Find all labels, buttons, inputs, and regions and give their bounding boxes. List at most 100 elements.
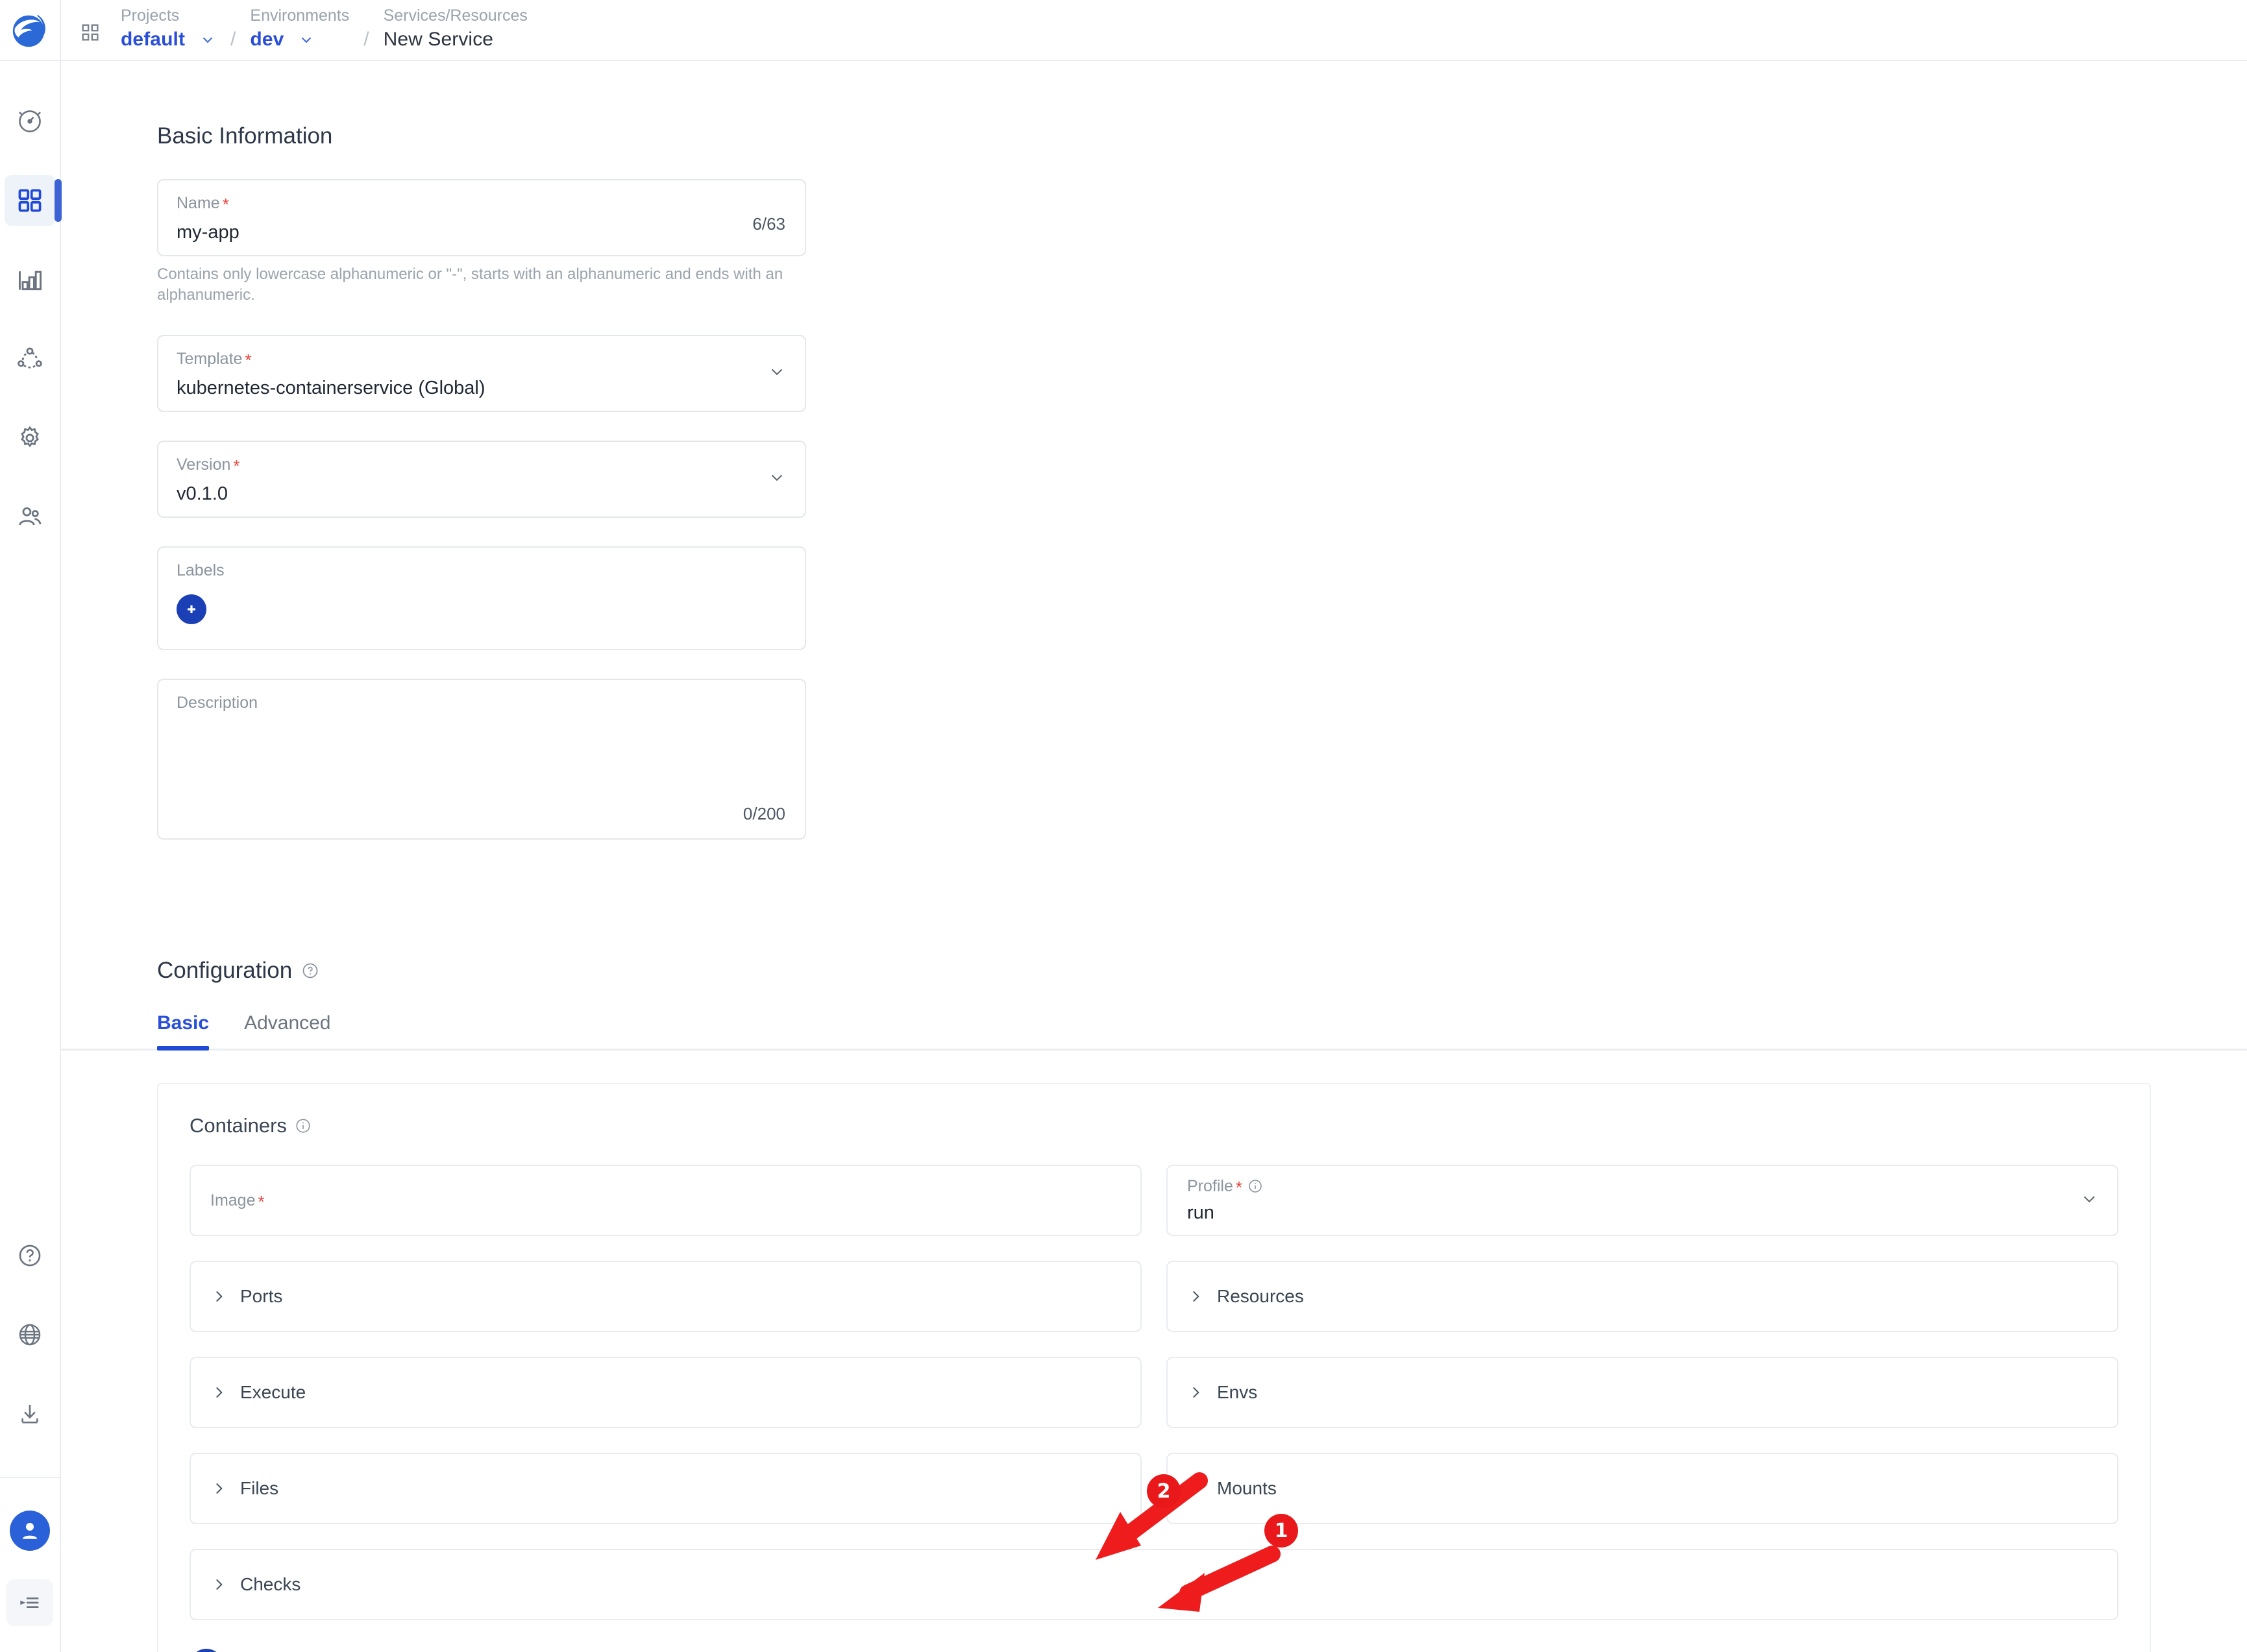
accordion-checks[interactable]: Checks [190,1548,2118,1620]
containers-section: Containers Image * Profile * run Ports R… [157,1082,2151,1652]
info-circle-icon[interactable] [295,1117,312,1134]
description-field[interactable]: Description 0/200 [157,678,806,840]
chevron-down-icon [771,369,783,376]
accordion-resources[interactable]: Resources [1166,1260,2118,1332]
template-selected-value: kubernetes-containerservice (Global) [177,377,485,398]
breadcrumb-item-service: Services/Resources New Service [384,5,528,51]
breadcrumb-caption-project: Projects [121,6,180,25]
breadcrumb-caption-environment: Environments [250,6,350,25]
accordion-mounts[interactable]: Mounts [1166,1452,2118,1524]
project-dropdown-button[interactable] [199,31,216,48]
info-circle-icon[interactable] [1247,1178,1263,1194]
breadcrumb-separator-2: / [363,29,369,50]
sidebar-item-members[interactable] [5,492,55,542]
name-input-value[interactable]: my-app [177,222,787,243]
configuration-title-text: Configuration [157,957,293,983]
workspace-switcher-button[interactable] [79,21,101,47]
image-field-label: Image * [210,1191,1121,1210]
environment-dropdown-button[interactable] [298,31,315,48]
add-label-button[interactable] [177,594,206,624]
template-field[interactable]: Template * kubernetes-containerservice (… [157,334,806,412]
chevron-down-icon [302,37,312,43]
question-circle-icon[interactable] [301,962,319,980]
template-dropdown-button[interactable] [767,362,787,385]
profile-field-label: Profile * [1187,1176,2098,1196]
breadcrumb-value-service: New Service [383,29,494,50]
configuration-tabs: Basic Advanced [61,1012,2247,1051]
sidebar-bottom-items [0,1230,60,1652]
version-dropdown-button[interactable] [767,468,787,491]
chevron-down-icon [771,474,783,481]
description-field-label: Description [177,693,258,712]
chevron-right-icon [216,1291,223,1302]
kubesphere-logo-icon [12,14,45,47]
app-logo[interactable] [0,0,60,61]
sidebar-item-projects[interactable] [5,175,62,226]
profile-dropdown-button[interactable] [2080,1189,2099,1211]
version-label-text: Version [177,455,231,474]
required-asterisk: * [222,195,229,214]
profile-selected-value: run [1187,1202,1214,1224]
collapse-panel-icon [20,1597,39,1608]
sidebar-item-downloads[interactable] [5,1389,55,1439]
gear-icon [21,426,39,448]
profile-field[interactable]: Profile * run [1166,1164,2118,1236]
image-field[interactable]: Image * [190,1164,1142,1236]
sidebar-item-help[interactable] [5,1230,55,1281]
profile-label-text: Profile [1187,1177,1233,1196]
required-asterisk: * [1235,1178,1242,1198]
image-label-text: Image [210,1191,256,1209]
tab-advanced[interactable]: Advanced [244,1012,330,1049]
collapse-sidebar-button[interactable] [6,1579,53,1626]
add-container-row [190,1648,2118,1652]
template-label-text: Template [177,349,243,368]
left-sidebar [0,0,62,1652]
page-content: Basic Information Name * my-app 6/63 Con… [61,61,2247,1652]
sidebar-item-monitoring[interactable] [5,254,55,305]
sidebar-item-topology[interactable] [5,334,55,384]
chevron-down-icon [2083,1196,2095,1203]
accordion-execute-label: Execute [240,1381,306,1402]
accordion-files-label: Files [240,1477,279,1498]
sidebar-item-dashboard[interactable] [5,96,55,147]
tab-basic[interactable]: Basic [157,1012,210,1051]
breadcrumb-value-project[interactable]: default [121,29,185,51]
accordion-ports-label: Ports [240,1285,283,1306]
sidebar-primary-items [0,61,62,542]
sidebar-divider [0,1477,60,1478]
version-field[interactable]: Version * v0.1.0 [157,440,806,518]
sidebar-item-settings[interactable] [5,413,55,463]
avatar[interactable] [10,1511,50,1551]
name-field-hint: Contains only lowercase alphanumeric or … [157,265,783,304]
accordion-envs[interactable]: Envs [1166,1356,2118,1428]
sidebar-item-language[interactable] [5,1309,55,1360]
chevron-right-icon [1193,1387,1199,1398]
version-selected-value: v0.1.0 [177,483,228,504]
user-avatar-icon [22,1523,38,1539]
version-field-label: Version * [177,455,787,474]
accordion-envs-label: Envs [1217,1381,1258,1402]
required-asterisk: * [258,1191,265,1211]
containers-title-text: Containers [190,1113,287,1137]
help-circle-icon [19,1245,41,1267]
page-title: Basic Information [157,123,333,149]
plus-icon [188,605,195,613]
accordion-ports[interactable]: Ports [190,1260,1142,1332]
template-field-label: Template * [177,349,787,369]
breadcrumb: Projects default / Environments dev / Se… [121,5,528,51]
breadcrumb-value-environment[interactable]: dev [250,29,284,51]
required-asterisk: * [245,350,252,370]
add-container-button[interactable] [190,1648,223,1652]
name-field[interactable]: Name * my-app 6/63 [157,179,806,256]
accordion-execute[interactable]: Execute [190,1356,1142,1428]
containers-grid: Image * Profile * run Ports Resources Ex… [190,1164,2118,1620]
bar-chart-icon [18,271,42,291]
required-asterisk: * [233,456,240,476]
description-char-counter: 0/200 [743,803,785,823]
accordion-files[interactable]: Files [190,1452,1142,1524]
globe-icon [19,1324,41,1346]
top-bar: Projects default / Environments dev / Se… [61,0,2247,61]
